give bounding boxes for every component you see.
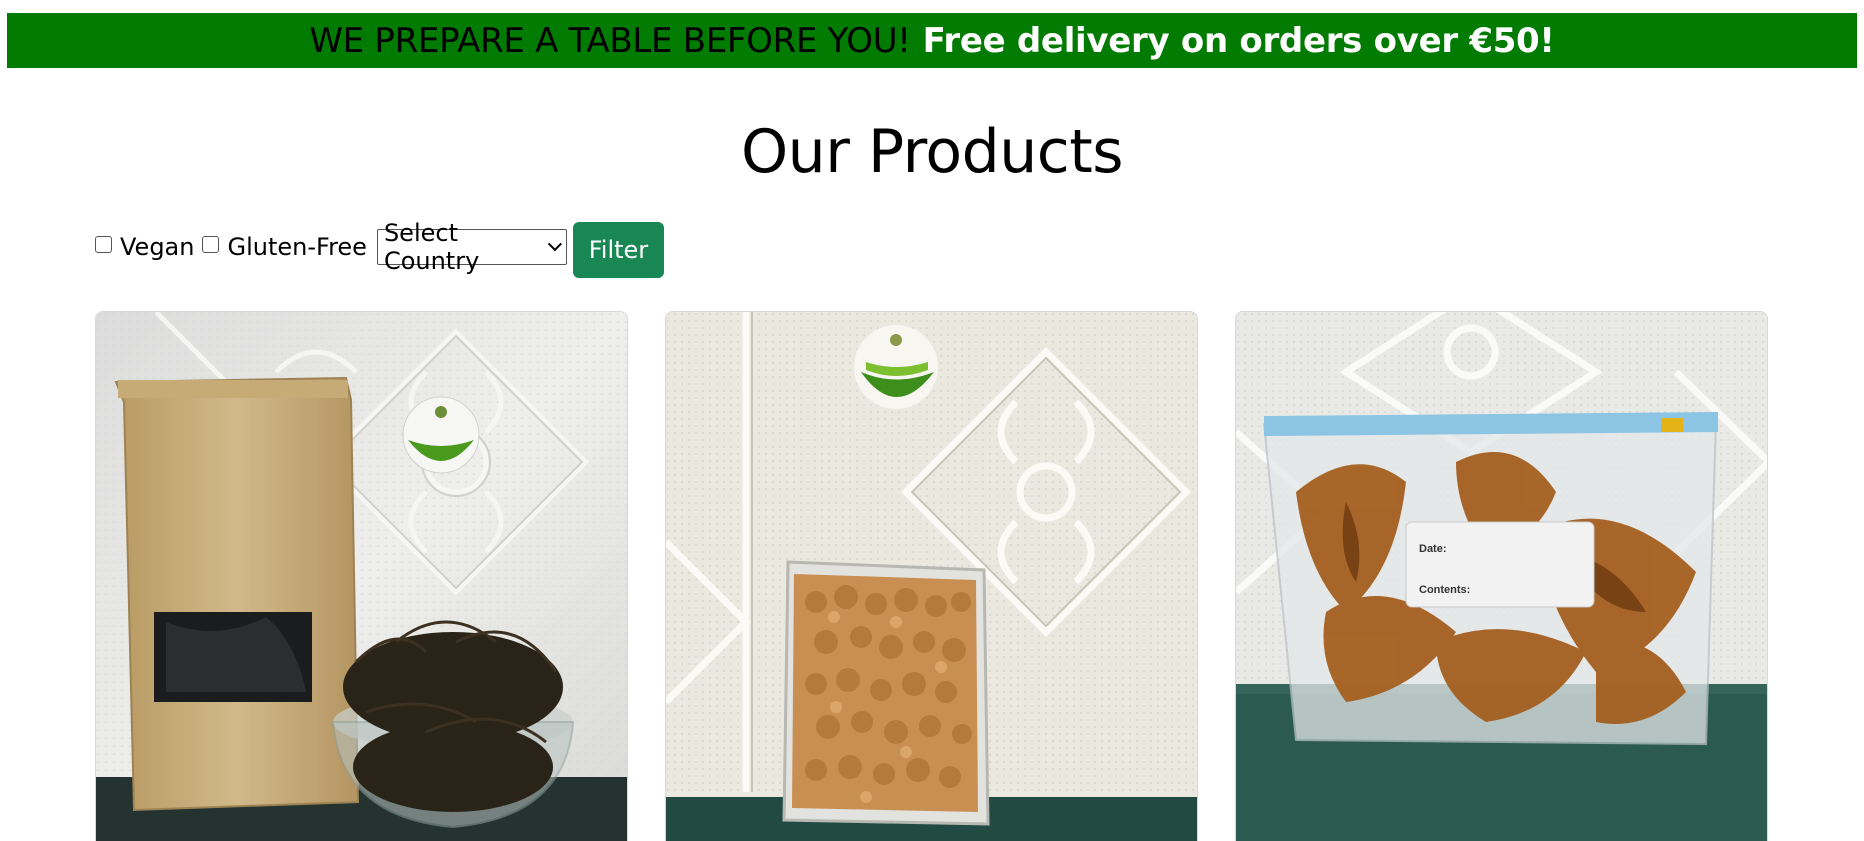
product-card[interactable] [665,311,1198,841]
country-select-value: Select Country [383,219,480,275]
product-card[interactable] [95,311,628,841]
promo-banner: WE PREPARE A TABLE BEFORE YOU! Free deli… [7,13,1857,68]
filter-bar: Vegan Gluten-Free Select Country Filter [95,218,664,278]
filter-button[interactable]: Filter [572,222,664,278]
product-image[interactable] [666,312,1198,841]
vegan-checkbox[interactable] [95,235,112,253]
product-image[interactable] [96,312,628,841]
gluten-free-label: Gluten-Free [227,233,367,261]
bag-date-label: Date: [1419,543,1447,555]
bag-contents-label: Contents: [1419,584,1470,596]
product-card[interactable]: Date: Contents: [1235,311,1768,841]
product-grid: Date: Contents: [95,311,1768,841]
product-image[interactable]: Date: Contents: [1236,312,1768,841]
banner-promo: Free delivery on orders over €50! [922,20,1555,61]
vegan-label: Vegan [120,233,195,261]
page-title: Our Products [740,117,1124,187]
country-select[interactable]: Select Country [376,219,567,275]
gluten-free-checkbox[interactable] [202,235,220,253]
banner-message: WE PREPARE A TABLE BEFORE YOU! [309,20,911,61]
